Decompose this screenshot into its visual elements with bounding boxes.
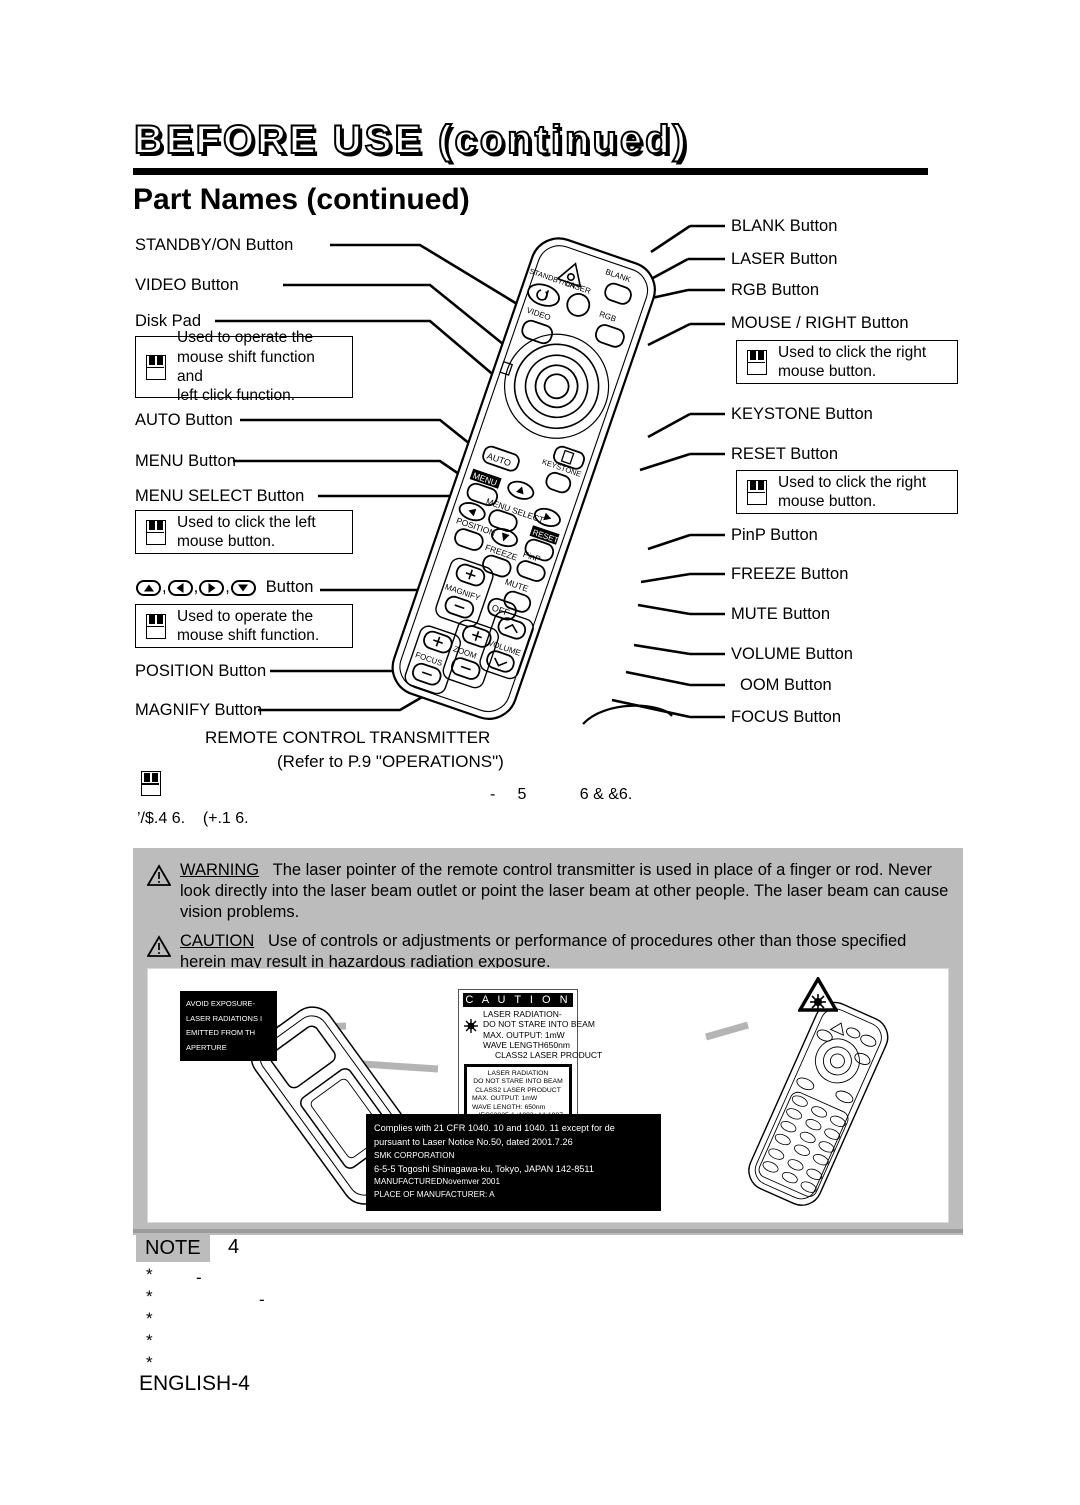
mouse-icon	[146, 613, 166, 639]
callout-reset: Used to click the right mouse button.	[736, 470, 958, 514]
caution-label-title: C A U T I O N	[463, 993, 573, 1007]
warning-triangle-icon	[146, 864, 172, 886]
callout-arrow-buttons: Used to operate the mouse shift function…	[135, 604, 353, 648]
avoid-line-2: LASER RADIATIONS I	[186, 1013, 263, 1023]
label-menu: MENU Button	[135, 452, 236, 470]
caution-block: CAUTION Use of controls or adjustments o…	[146, 931, 949, 973]
label-reset: RESET Button	[731, 445, 839, 463]
note-bullet-1-text: -	[196, 1268, 202, 1287]
note-bullet-5: *	[146, 1353, 153, 1372]
header-divider	[133, 168, 928, 175]
label-mouse-right: MOUSE / RIGHT Button	[731, 314, 909, 332]
label-pinp: PinP Button	[731, 526, 818, 544]
mouse-icon	[146, 354, 166, 380]
arrow-up-icon	[136, 579, 161, 596]
callout-text: Used to click the left mouse button.	[177, 513, 316, 550]
callout-mouse-right: Used to click the right mouse button.	[736, 340, 958, 384]
caution-text: CAUTION Use of controls or adjustments o…	[180, 931, 949, 973]
inner-line-4: MAX. OUTPUT: 1mW	[472, 1095, 538, 1103]
label-magnify: MAGNIFY Button	[135, 701, 263, 719]
compliance-label: Complies with 21 CFR 1040. 10 and 1040. …	[366, 1114, 661, 1211]
label-focus: FOCUS Button	[731, 708, 842, 726]
callout-disk-pad: Used to operate the mouse shift function…	[135, 329, 353, 404]
arrow-buttons-label: Button	[265, 578, 314, 596]
label-freeze: FREEZE Button	[731, 565, 849, 583]
label-menu-select: MENU SELECT Button	[135, 487, 305, 505]
label-laser: LASER Button	[731, 250, 838, 268]
note-bullet-1: *	[146, 1265, 153, 1284]
compliance-line-4: 6-5-5 Togoshi Shinagawa-ku, Tokyo, JAPAN…	[374, 1164, 594, 1175]
inner-line-3: CLASS2 LASER PRODUCT	[475, 1086, 561, 1094]
label-volume: VOLUME Button	[731, 645, 853, 663]
laser-hazard-icon	[798, 977, 838, 1012]
callout-text: Used to operate the mouse shift function…	[177, 607, 320, 644]
callout-menu-select: Used to click the left mouse button.	[135, 510, 353, 554]
label-video: VIDEO Button	[135, 276, 239, 294]
label-rgb: RGB Button	[731, 281, 820, 299]
label-mute: MUTE Button	[731, 605, 831, 623]
mouse-icon	[747, 479, 767, 505]
callout-text: Used to click the right mouse button.	[778, 343, 927, 380]
avoid-line-3: EMITTED FROM TH	[186, 1028, 256, 1038]
inner-line-2: DO NOT STARE INTO BEAM	[473, 1078, 563, 1086]
label-keystone: KEYSTONE Button	[731, 405, 873, 423]
label-standby-on: STANDBY/ON Button	[135, 236, 294, 254]
note-badge: NOTE	[136, 1235, 210, 1262]
warning-body: The laser pointer of the remote control …	[180, 861, 949, 921]
label-blank: BLANK Button	[731, 217, 838, 235]
caption-line2: (Refer to P.9 "OPERATIONS")	[277, 752, 504, 771]
arrow-left-icon	[167, 579, 193, 596]
caution-triangle-icon	[146, 935, 172, 957]
note-number: 4	[228, 1236, 240, 1258]
compliance-line-1: Complies with 21 CFR 1040. 10 and 1040. …	[374, 1123, 615, 1133]
page-title: BEFORE USE (continued)	[133, 117, 689, 163]
label-auto: AUTO Button	[135, 411, 233, 429]
note-bullet-3: *	[146, 1309, 153, 1328]
note-bullet-2-text: -	[259, 1290, 265, 1309]
caution-word: CAUTION	[180, 931, 255, 950]
note-divider	[133, 1229, 963, 1233]
caution-body: Use of controls or adjustments or perfor…	[180, 931, 907, 971]
note-bullet-4: *	[146, 1331, 153, 1350]
section-title: Part Names (continued)	[133, 183, 470, 216]
compliance-line-5: MANUFACTUREDNovemver 2001	[374, 1177, 501, 1187]
compliance-line-6: PLACE OF MANUFACTURER: A	[374, 1190, 495, 1200]
warning-text: WARNING The laser pointer of the remote …	[180, 860, 949, 923]
caution-line-5: CLASS2 LASER PRODUCT	[495, 1050, 603, 1061]
remote-front-illustration	[748, 1001, 889, 1206]
compliance-line-3: SMK CORPORATION	[374, 1150, 455, 1160]
label-position: POSITION Button	[135, 662, 267, 680]
laser-label-diagram: AVOID EXPOSURE- LASER RADIATIONS I EMITT…	[147, 968, 949, 1223]
page-footer: ENGLISH-4	[139, 1372, 250, 1395]
remote-control-illustration: STANDBY/ON LASER BLANK RGB VIDEO AUTO KE…	[380, 225, 680, 745]
arrow-right-icon	[199, 579, 225, 596]
arrow-down-icon	[230, 579, 256, 596]
mouse-icon	[141, 771, 161, 796]
inner-line-1: LASER RADIATION	[487, 1069, 549, 1077]
avoid-line-1: AVOID EXPOSURE-	[186, 999, 256, 1008]
compliance-line-2: pursuant to Laser Notice No.50, dated 20…	[374, 1137, 573, 1148]
inner-line-5: WAVE LENGTH: 650nm	[472, 1103, 546, 1111]
avoid-line-4: APERTURE	[186, 1042, 227, 1052]
label-arrow-buttons: ,,, Button	[135, 578, 314, 597]
callout-text: Used to operate the mouse shift function…	[177, 329, 315, 405]
warning-word: WARNING	[180, 861, 260, 879]
note-bullet-2: *	[146, 1287, 153, 1306]
avoid-exposure-label: AVOID EXPOSURE- LASER RADIATIONS I EMITT…	[180, 991, 277, 1061]
manual-page: BEFORE USE (continued) Part Names (conti…	[0, 0, 1080, 1505]
mouse-icon	[747, 349, 767, 375]
warning-block: WARNING The laser pointer of the remote …	[146, 860, 949, 923]
mouse-icon	[146, 519, 166, 545]
caution-line-4: WAVE LENGTH650nm	[483, 1040, 570, 1051]
garbled-text-line2: ’/$.4 6. (+.1 6.	[137, 810, 249, 827]
garbled-text-line1: - 5 6 & &6.	[490, 786, 633, 803]
laser-burst-icon	[464, 1019, 478, 1033]
label-zoom: OOM Button	[740, 676, 832, 694]
callout-text: Used to click the right mouse button.	[778, 473, 927, 510]
caption-line1: REMOTE CONTROL TRANSMITTER	[205, 728, 491, 747]
